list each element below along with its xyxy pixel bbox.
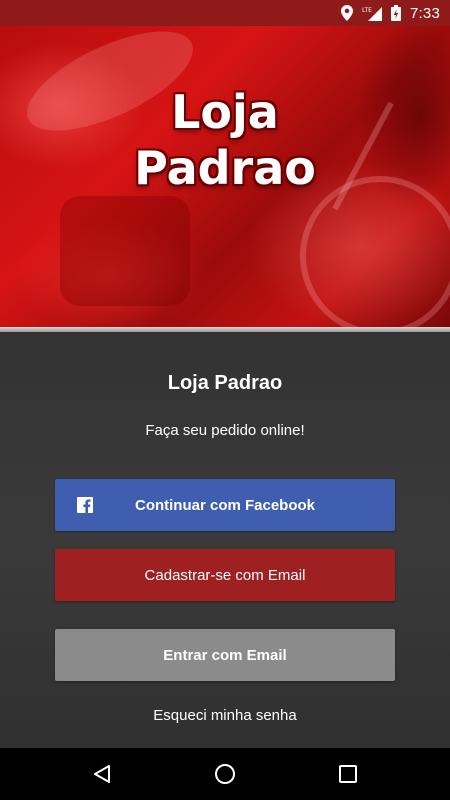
continue-facebook-button[interactable]: Continuar com Facebook	[55, 479, 395, 531]
login-panel: Loja Padrao Faça seu pedido online! Cont…	[0, 332, 450, 748]
back-icon	[93, 765, 110, 783]
hero-title-line1: Loja	[171, 85, 279, 139]
system-nav-bar	[0, 748, 450, 800]
hero-banner: Loja Padrao	[0, 26, 450, 328]
hero-glass-shape	[60, 196, 190, 306]
status-bar: LTE 7:33	[0, 0, 450, 26]
hero-title-line2: Padrao	[134, 141, 316, 195]
app-name-heading: Loja Padrao	[167, 372, 283, 394]
hero-logo-title: Loja Padrao	[0, 84, 450, 196]
location-icon	[341, 5, 353, 21]
home-icon	[214, 764, 235, 784]
battery-icon	[391, 5, 401, 21]
back-button[interactable]	[82, 754, 122, 794]
login-email-button[interactable]: Entrar com Email	[55, 629, 395, 681]
facebook-button-label: Continuar com Facebook	[134, 496, 316, 514]
home-button[interactable]	[205, 754, 245, 794]
signup-button-label: Cadastrar-se com Email	[144, 566, 306, 584]
network-type-label: LTE	[362, 7, 372, 14]
signup-email-button[interactable]: Cadastrar-se com Email	[55, 549, 395, 601]
login-button-label: Entrar com Email	[163, 646, 287, 664]
recents-icon	[339, 765, 358, 783]
signal-icon: LTE	[362, 5, 382, 21]
recents-button[interactable]	[328, 754, 368, 794]
tagline: Faça seu pedido online!	[145, 422, 305, 439]
status-time: 7:33	[410, 4, 440, 22]
forgot-password-link[interactable]: Esqueci minha senha	[0, 707, 450, 724]
hero-plate-shape	[300, 176, 450, 328]
facebook-icon	[77, 497, 93, 513]
